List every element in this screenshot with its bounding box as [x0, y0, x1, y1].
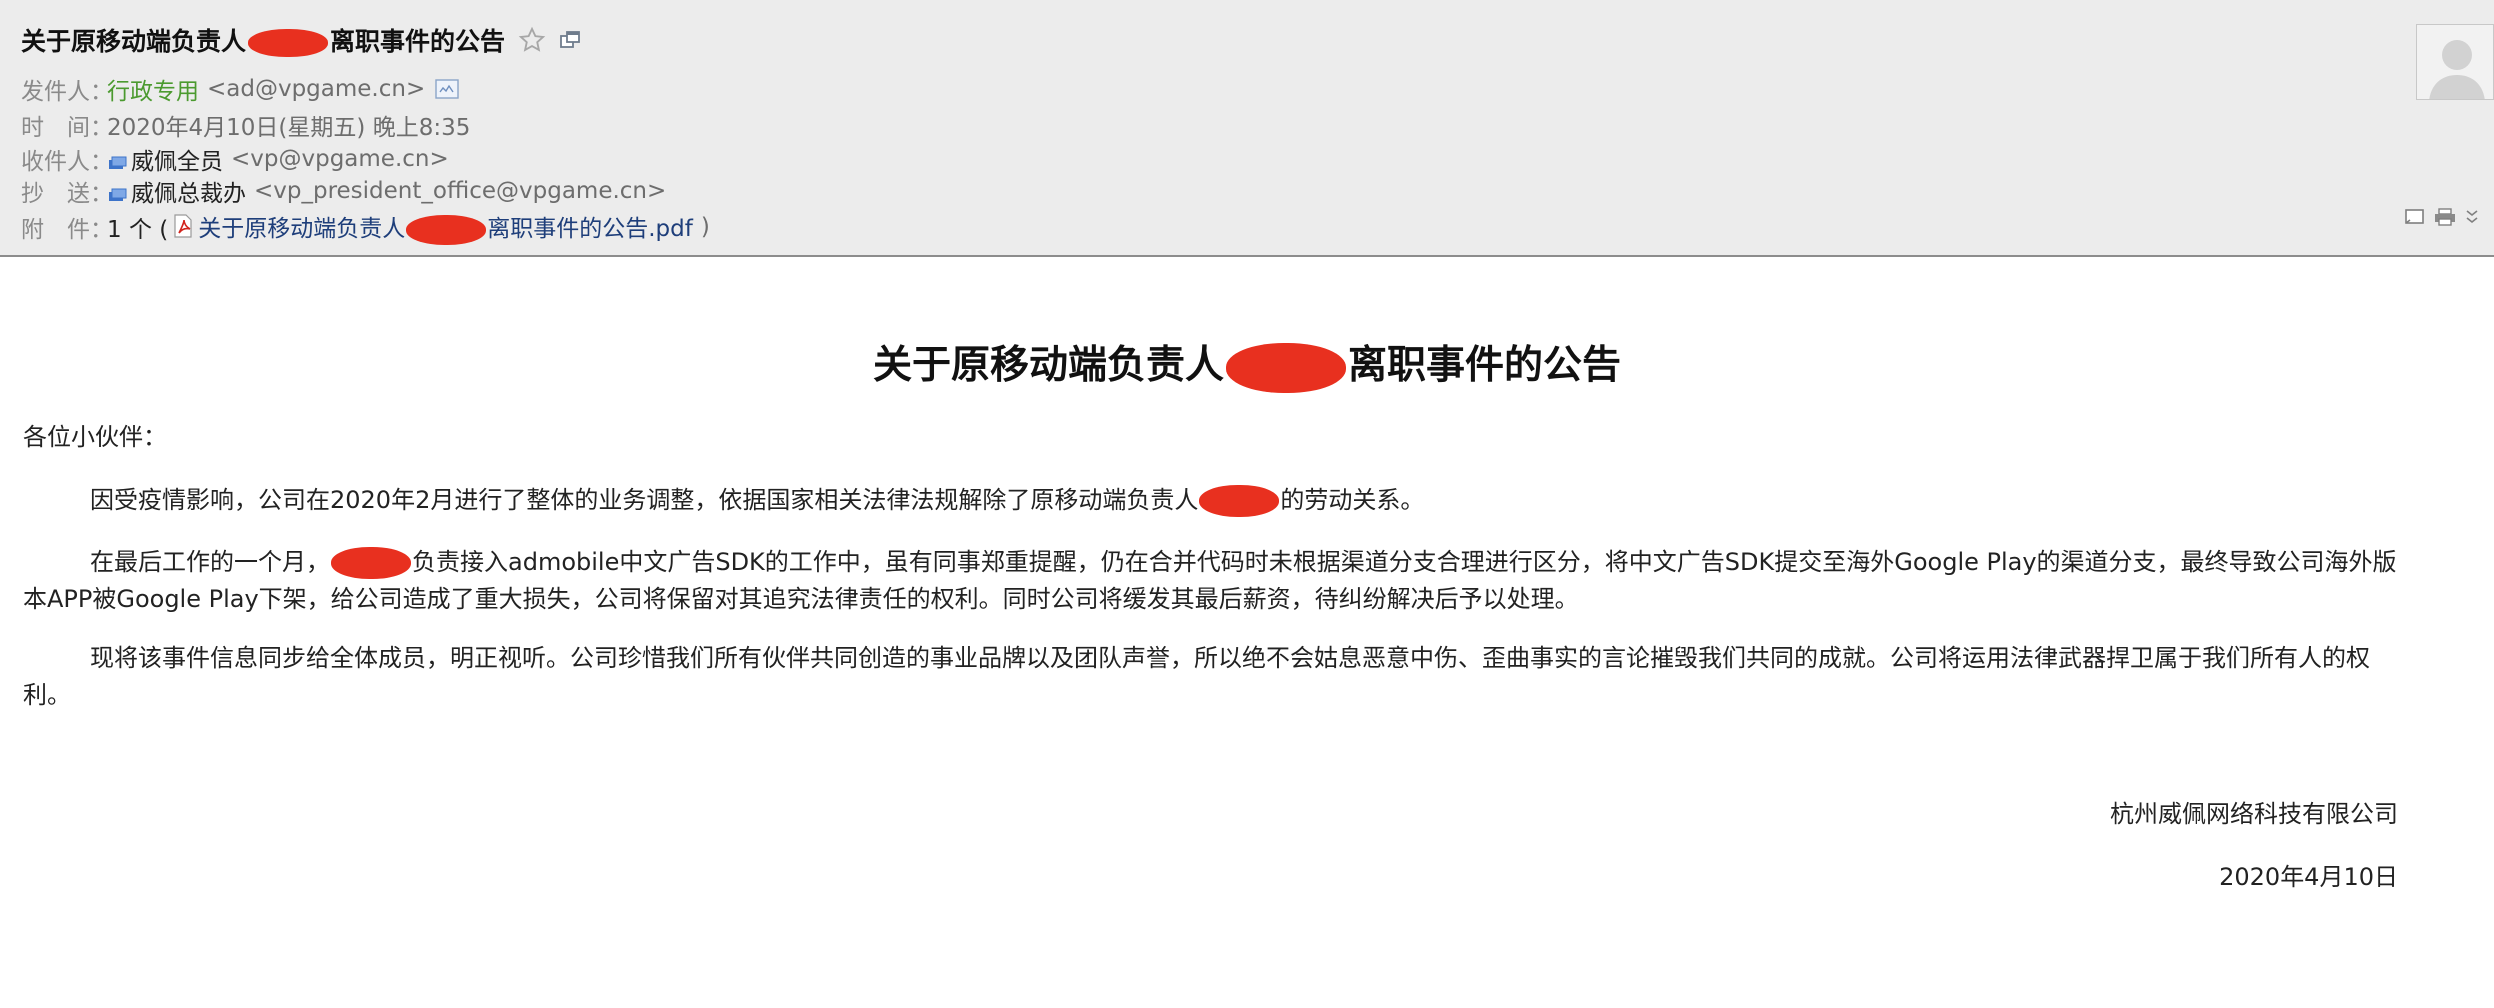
- document-title: 关于原移动端负责人 离职事件的公告: [0, 338, 2494, 394]
- from-label: 发件人：: [21, 79, 113, 105]
- title-text-before: 关于原移动端负责人: [872, 343, 1224, 388]
- company-signature: 杭州威佩网络科技有限公司: [2110, 800, 2398, 828]
- paragraph-3: 现将该事件信息同步给全体成员，明正视听。公司珍惜我们所有伙伴共同创造的事业品牌以…: [23, 644, 2370, 709]
- title-redaction-mark: [1226, 342, 1346, 393]
- paragraph-1: 因受疫情影响，公司在2020年2月进行了整体的业务调整，依据国家相关法律法规解除…: [23, 482, 2403, 519]
- sender-name[interactable]: 行政专用: [107, 72, 199, 106]
- attachment-label: 附 件：: [21, 217, 113, 243]
- attachment-name-after: 离职事件的公告.pdf: [487, 216, 693, 243]
- cc-name[interactable]: 威佩总裁办: [131, 174, 246, 208]
- mail-subject: 关于原移动端负责人 离职事件的公告: [21, 22, 505, 58]
- print-icon[interactable]: [2434, 208, 2456, 226]
- subject-row: 关于原移动端负责人 离职事件的公告: [21, 20, 583, 60]
- cc-address[interactable]: <vp_president_office@vpgame.cn>: [254, 178, 666, 204]
- vcard-icon[interactable]: [435, 78, 459, 100]
- sent-time: 2020年4月10日(星期五) 晚上8:35: [107, 115, 471, 141]
- attachment-row: 附 件： 1 个 ( 关于原移动端负责人 离职事件的公告.pdf ): [21, 209, 710, 245]
- greeting: 各位小伙伴：: [23, 423, 167, 451]
- p1-text-before: 因受疫情影响，公司在2020年2月进行了整体的业务调整，依据国家相关法律法规解除…: [90, 486, 1199, 514]
- time-row: 时 间： 2020年4月10日(星期五) 晚上8:35: [21, 109, 470, 141]
- subject-redaction-mark: [248, 29, 329, 57]
- header-toolbar: [2404, 208, 2480, 226]
- recipient-name[interactable]: 威佩全员: [131, 142, 223, 176]
- p1-redaction-mark: [1199, 485, 1280, 517]
- subject-text-before: 关于原移动端负责人: [21, 27, 247, 56]
- cc-label: 抄 送：: [21, 181, 113, 207]
- attachment-close-paren: ): [700, 214, 710, 240]
- attachment-link[interactable]: 关于原移动端负责人 离职事件的公告.pdf: [198, 209, 693, 245]
- recipient-address[interactable]: <vp@vpgame.cn>: [231, 146, 449, 172]
- to-row: 收件人： 威佩全员 <vp@vpgame.cn>: [21, 143, 449, 175]
- attachment-redaction-mark: [406, 214, 487, 245]
- attachment-name-before: 关于原移动端负责人: [198, 216, 406, 243]
- popout-window-icon[interactable]: [557, 27, 583, 53]
- subject-text-after: 离职事件的公告: [330, 27, 506, 56]
- attachment-count: 1 个 (: [107, 217, 169, 243]
- from-row: 发件人： 行政专用 <ad@vpgame.cn>: [21, 73, 459, 105]
- paragraph-2: 在最后工作的一个月， 负责接入admobile中文广告SDK的工作中，虽有同事郑重…: [23, 544, 2403, 618]
- p2-text-before: 在最后工作的一个月，: [90, 548, 330, 576]
- sender-address[interactable]: <ad@vpgame.cn>: [207, 76, 425, 102]
- time-label: 时 间：: [21, 115, 113, 141]
- expand-chevron-icon[interactable]: [2464, 208, 2480, 226]
- title-text-after: 离职事件的公告: [1348, 343, 1622, 388]
- p1-text-after: 的劳动关系。: [1280, 486, 1425, 514]
- p2-redaction-mark: [331, 547, 411, 579]
- sender-avatar[interactable]: [2416, 24, 2494, 100]
- view-source-icon[interactable]: [2404, 208, 2426, 226]
- contact-group-icon: [107, 151, 127, 169]
- to-label: 收件人：: [21, 149, 113, 175]
- contact-group-icon: [107, 183, 127, 201]
- signature-date: 2020年4月10日: [2219, 863, 2398, 891]
- cc-row: 抄 送： 威佩总裁办 <vp_president_office@vpgame.c…: [21, 175, 666, 207]
- star-icon[interactable]: [517, 25, 547, 55]
- mail-header: 关于原移动端负责人 离职事件的公告 发件人： 行政专用 <ad@vpgame.cn…: [0, 0, 2494, 257]
- pdf-file-icon: [172, 214, 196, 240]
